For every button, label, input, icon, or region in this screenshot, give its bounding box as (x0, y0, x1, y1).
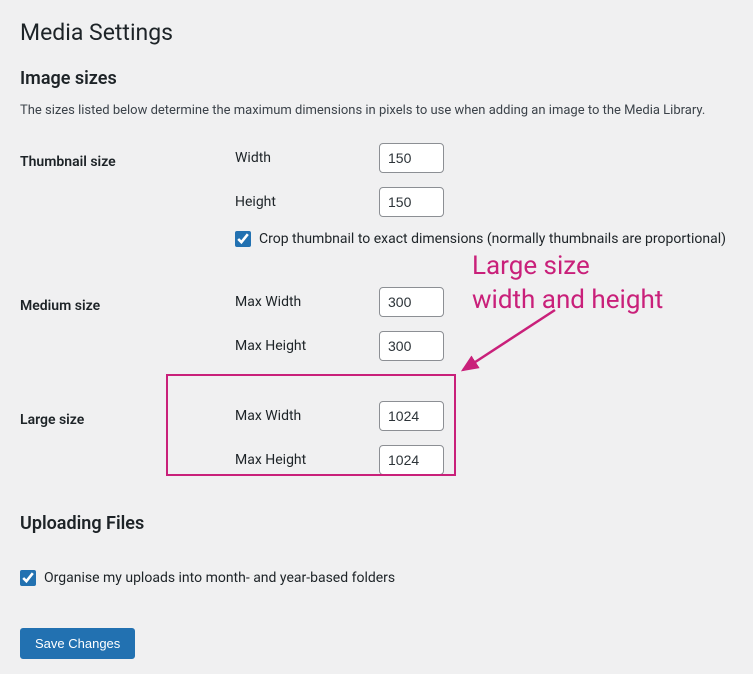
thumbnail-crop-checkbox[interactable] (235, 231, 251, 247)
thumbnail-row: Thumbnail size Width Height Crop thumbna… (20, 143, 733, 261)
page-title: Media Settings (20, 10, 733, 50)
organise-uploads-checkbox[interactable] (20, 570, 36, 586)
large-max-height-input[interactable] (379, 445, 444, 475)
medium-row: Medium size Max Width Max Height (20, 287, 733, 375)
medium-max-height-input[interactable] (379, 331, 444, 361)
thumbnail-crop-label: Crop thumbnail to exact dimensions (norm… (259, 231, 726, 247)
thumbnail-height-input[interactable] (379, 187, 444, 217)
thumbnail-height-label: Height (235, 194, 379, 210)
image-sizes-heading: Image sizes (20, 68, 733, 89)
large-max-width-label: Max Width (235, 408, 379, 424)
thumbnail-width-input[interactable] (379, 143, 444, 173)
medium-label: Medium size (20, 287, 235, 314)
thumbnail-label: Thumbnail size (20, 143, 235, 170)
medium-max-height-label: Max Height (235, 338, 379, 354)
uploading-heading: Uploading Files (20, 513, 733, 534)
large-max-width-input[interactable] (379, 401, 444, 431)
medium-max-width-input[interactable] (379, 287, 444, 317)
large-row: Large size Max Width Max Height (20, 401, 733, 489)
image-sizes-description: The sizes listed below determine the max… (20, 101, 733, 121)
medium-max-width-label: Max Width (235, 294, 379, 310)
large-max-height-label: Max Height (235, 452, 379, 468)
large-label: Large size (20, 401, 235, 428)
thumbnail-width-label: Width (235, 150, 379, 166)
save-changes-button[interactable]: Save Changes (20, 628, 135, 659)
organise-uploads-label: Organise my uploads into month- and year… (44, 570, 395, 586)
